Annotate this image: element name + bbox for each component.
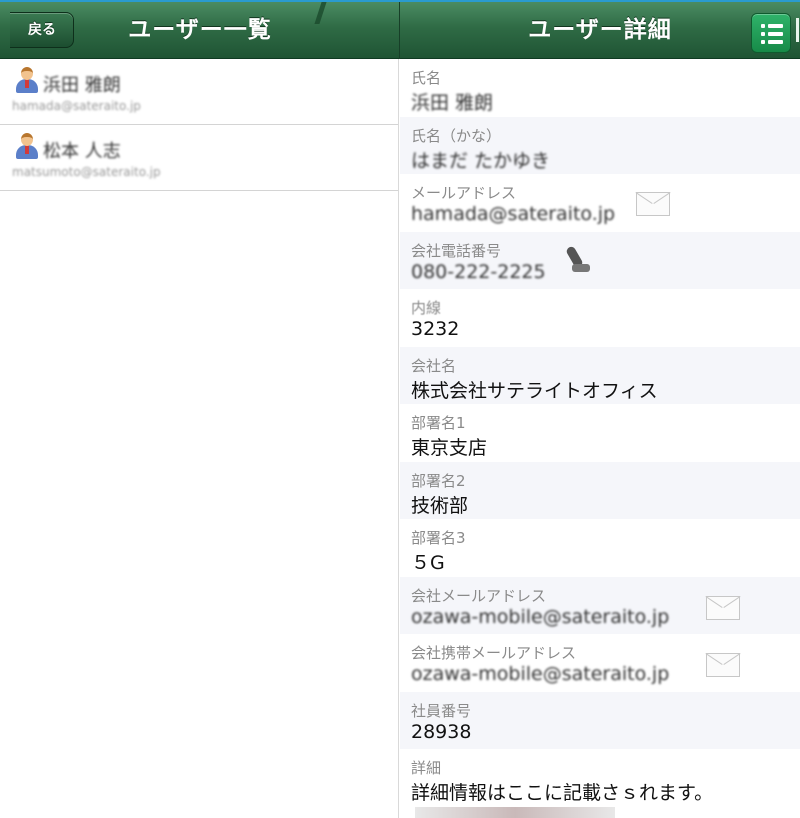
header-bar: 戻る ユーザー一覧 ユーザー詳細 bbox=[0, 0, 800, 59]
user-list-title: ユーザー一覧 bbox=[128, 17, 272, 43]
header-divider bbox=[399, 2, 400, 59]
user-name: 浜田 雅朗 bbox=[43, 75, 121, 96]
field-label: 内線 bbox=[411, 299, 442, 317]
field-extension: 内線 3232 bbox=[400, 289, 800, 347]
field-name-kana: 氏名（かな） はまだ たかゆき bbox=[400, 116, 800, 174]
mail-icon[interactable] bbox=[706, 595, 740, 620]
field-detail: 詳細 詳細情報はここに記載さｓれます。 bbox=[400, 749, 800, 807]
field-value: 浜田 雅朗 bbox=[411, 92, 494, 114]
list-menu-button[interactable] bbox=[751, 13, 791, 53]
field-label: 部署名1 bbox=[411, 414, 466, 432]
field-label: 部署名3 bbox=[411, 529, 466, 547]
field-department1: 部署名1 東京支店 bbox=[400, 404, 800, 462]
field-label: 会社メールアドレス bbox=[411, 586, 547, 605]
field-employee-number: 社員番号 28938 bbox=[400, 691, 800, 749]
field-value: 詳細情報はここに記載さｓれます。 bbox=[411, 782, 714, 804]
field-email: メールアドレス hamada@sateraito.jp bbox=[400, 174, 800, 232]
field-company-name: 会社名 株式会社サテライトオフィス bbox=[400, 346, 800, 404]
field-value: hamada@sateraito.jp bbox=[411, 203, 616, 225]
user-email: matsumoto@sateraito.jp bbox=[12, 165, 161, 179]
field-value: ozawa-mobile@sateraito.jp bbox=[411, 605, 670, 628]
field-company-mobile-email: 会社携帯メールアドレス ozawa-mobile@sateraito.jp bbox=[400, 634, 800, 692]
field-value: 080-222-2225 bbox=[411, 260, 546, 283]
field-label: 部署名2 bbox=[411, 471, 466, 490]
field-department2: 部署名2 技術部 bbox=[400, 461, 800, 519]
field-label: 詳細 bbox=[411, 759, 442, 777]
field-value: 株式会社サテライトオフィス bbox=[411, 379, 658, 402]
user-detail-title: ユーザー詳細 bbox=[528, 17, 672, 43]
field-value: ozawa-mobile@sateraito.jp bbox=[411, 663, 670, 685]
field-value: はまだ たかゆき bbox=[411, 149, 551, 172]
list-item[interactable]: 浜田 雅朗 hamada@sateraito.jp bbox=[0, 59, 398, 125]
field-label: 氏名 bbox=[411, 69, 442, 87]
user-list: 浜田 雅朗 hamada@sateraito.jp 松本 人志 matsumot… bbox=[0, 59, 399, 818]
user-name: 松本 人志 bbox=[43, 141, 121, 162]
phone-icon[interactable] bbox=[565, 244, 592, 276]
mail-icon[interactable] bbox=[636, 192, 670, 216]
field-name: 氏名 浜田 雅朗 bbox=[400, 59, 800, 117]
back-button[interactable]: 戻る bbox=[10, 12, 74, 48]
header-edge bbox=[796, 18, 799, 42]
field-label: 会社携帯メールアドレス bbox=[411, 644, 577, 662]
field-label: 氏名（かな） bbox=[411, 126, 502, 145]
field-value: 技術部 bbox=[411, 494, 469, 517]
mail-icon[interactable] bbox=[706, 653, 740, 677]
field-value: ５G bbox=[411, 552, 445, 574]
photo-peek bbox=[415, 807, 615, 818]
list-item[interactable]: 松本 人志 matsumoto@sateraito.jp bbox=[0, 125, 398, 191]
user-icon bbox=[16, 133, 38, 161]
field-value: 3232 bbox=[411, 318, 460, 340]
field-company-email: 会社メールアドレス ozawa-mobile@sateraito.jp bbox=[400, 576, 800, 634]
user-detail: 氏名 浜田 雅朗 氏名（かな） はまだ たかゆき メールアドレス hamada@… bbox=[400, 59, 800, 818]
field-label: 会社名 bbox=[411, 356, 457, 375]
field-label: メールアドレス bbox=[411, 184, 517, 202]
user-email: hamada@sateraito.jp bbox=[12, 99, 141, 113]
field-company-phone: 会社電話番号 080-222-2225 bbox=[400, 231, 800, 289]
field-value: 28938 bbox=[411, 720, 472, 743]
field-department3: 部署名3 ５G bbox=[400, 519, 800, 577]
field-label: 会社電話番号 bbox=[411, 241, 502, 260]
back-button-label: 戻る bbox=[28, 22, 56, 38]
field-value: 東京支店 bbox=[411, 437, 488, 459]
user-icon bbox=[16, 67, 38, 95]
field-label: 社員番号 bbox=[411, 701, 472, 720]
